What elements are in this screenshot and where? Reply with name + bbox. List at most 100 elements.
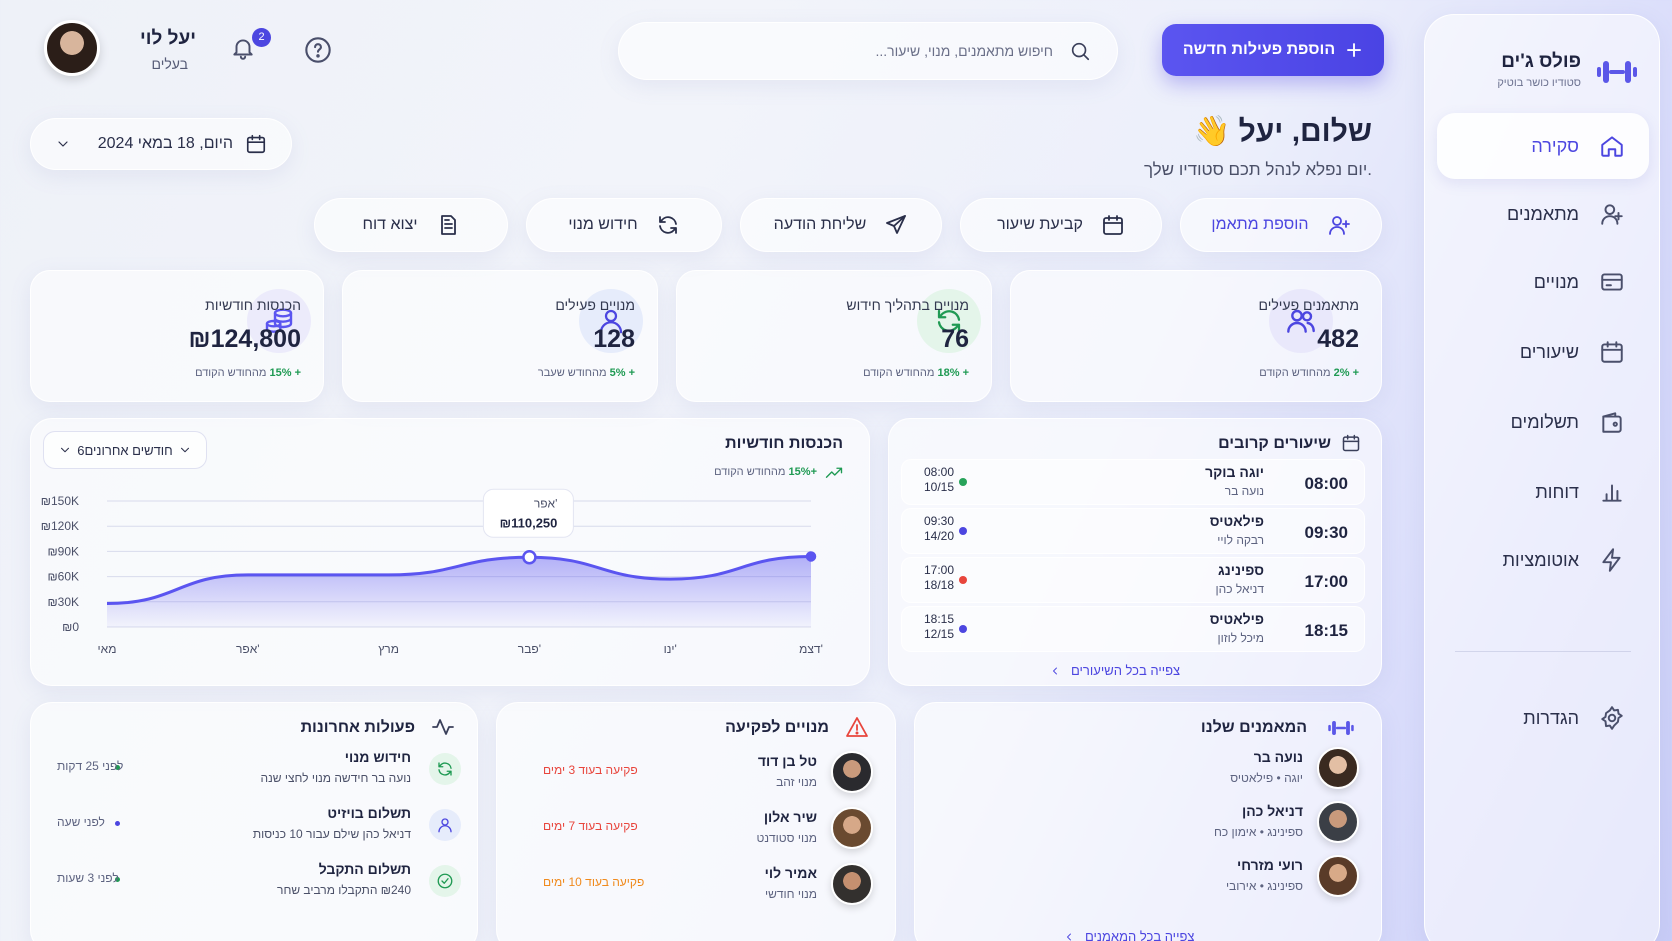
x-tick-label: דצמ' [799, 642, 823, 656]
coach-specialties: יוגה • פילאטיס [1230, 771, 1303, 785]
sidebar-item-trainees[interactable]: מתאמנים [1437, 181, 1649, 247]
class-coach: רבקה לויי [1217, 533, 1264, 547]
coaches-panel: המאמנים שלנו נועה בר יוגה • פילאטיס דניאל … [914, 702, 1382, 941]
activity-item[interactable]: תשלום התקבל ₪240 התקבלו מרביב שחר לפני 3 ש… [31, 859, 461, 911]
add-activity-button[interactable]: הוספת פעילות חדשה [1162, 24, 1384, 76]
data-point[interactable] [805, 551, 817, 562]
view-all-classes-link[interactable]: צפייה בכל השיעורים [1049, 663, 1180, 678]
chart-change: +15% מהחודש הקודם [714, 465, 843, 479]
coach-item[interactable]: דניאל כהן ספינינג • אימון כח [939, 799, 1359, 849]
date-picker[interactable]: היום, 18 במאי 2024 [30, 118, 292, 170]
class-time: 09:30 [1304, 523, 1348, 542]
chevron-down-icon [178, 443, 192, 457]
expiry-status: פקיעה בעוד 10 ימים [543, 875, 645, 889]
user-profile[interactable]: יעל לוי בעלים 2 [26, 14, 331, 84]
activity-time: לפני 3 שעות [57, 871, 119, 885]
brand: פולס ג'ים סטודיו כושר בוטיק [1497, 51, 1637, 89]
add-trainee-button[interactable]: הוספת מתאמן [1180, 198, 1382, 252]
sidebar-item-automations[interactable]: אוטומציות [1437, 527, 1649, 593]
x-tick-label: מאי [98, 642, 117, 656]
search-icon [1069, 40, 1091, 62]
sidebar-item-label: תשלומים [1510, 411, 1579, 432]
sidebar-item-label: הגדרות [1523, 707, 1579, 728]
class-slot-time: 08:00 [924, 465, 955, 479]
stat-title: מתאמנים פעילים [1258, 297, 1359, 313]
user-icon [1599, 201, 1625, 227]
sidebar-item-settings[interactable]: הגדרות [1437, 685, 1649, 751]
class-row[interactable]: 17:00 ספינינג דניאל כהן 17:00 18/18 [901, 557, 1365, 603]
range-select[interactable]: 6חודשים אחרונים [43, 431, 207, 469]
wallet-icon [1599, 409, 1625, 435]
member-name: טל בן דוד [757, 753, 817, 769]
y-tick-label: ₪60K [47, 570, 79, 584]
sidebar-item-label: סקירה [1531, 135, 1579, 156]
view-all-coaches-link[interactable]: צפייה בכל המאמנים [1063, 929, 1194, 941]
member-name: שיר אלון [763, 809, 817, 825]
send-message-button[interactable]: שליחת הודעה [740, 198, 942, 252]
avatar [831, 807, 873, 849]
y-tick-label: ₪0 [62, 620, 79, 634]
user-name: יעל לוי [140, 28, 196, 49]
notification-badge: 2 [252, 28, 271, 47]
stat-value: 76 [941, 325, 969, 353]
panel-title: מנויים לפקיעה [725, 719, 829, 736]
coach-specialties: ספינינג • אירובי [1225, 879, 1303, 893]
upcoming-classes-panel: שיעורים קרובים 08:00 יוגה בוקר נועה בר 08:0… [888, 418, 1382, 686]
sidebar-item-reports[interactable]: דוחות [1437, 459, 1649, 525]
revenue-chart-panel: הכנסות חודשיות +15% מהחודש הקודם 6חודשים… [30, 418, 870, 686]
sidebar-item-classes[interactable]: שיעורים [1437, 319, 1649, 385]
stat-card-revenue[interactable]: הכנסות חודשיות ₪124,800 + 15% מהחודש הקו… [30, 270, 324, 402]
class-slot: 17:00 18/18 [924, 563, 954, 593]
date-label: היום, 18 במאי 2024 [97, 135, 233, 152]
stat-card-active-trainees[interactable]: מתאמנים פעילים 482 + 2% מהחודש הקודם [1010, 270, 1382, 402]
sidebar-item-overview[interactable]: סקירה [1437, 113, 1649, 179]
activity-description: דניאל כהן שילם עבור 10 כניסות [252, 827, 411, 841]
search-bar[interactable] [618, 22, 1118, 80]
sidebar-item-memberships[interactable]: מנויים [1437, 249, 1649, 315]
class-time: 08:00 [1304, 474, 1348, 493]
check-icon [429, 865, 461, 897]
class-coach: נועה בר [1224, 484, 1264, 498]
help-icon[interactable] [304, 36, 332, 64]
activity-item[interactable]: חידוש מנוי נועה בר חידשה מנוי לחצי שנה לפנ… [31, 747, 461, 799]
x-tick-label: ינו' [664, 642, 677, 656]
class-row[interactable]: 08:00 יוגה בוקר נועה בר 08:00 10/15 [901, 459, 1365, 505]
stat-card-renewals[interactable]: מנויים בתהליך חידוש 76 + 18% מהחודש הקוד… [676, 270, 992, 402]
stat-change-note: מהחודש שעבר [537, 367, 607, 379]
expiring-item[interactable]: אמיר לוי מנוי חודשי פקיעה בעוד 10 ימים [513, 861, 873, 911]
renew-membership-button[interactable]: חידוש מנוי [526, 198, 722, 252]
avatar[interactable] [44, 20, 100, 76]
stat-value: 128 [593, 325, 635, 353]
sidebar-item-payments[interactable]: תשלומים [1437, 389, 1649, 455]
sidebar-item-label: מנויים [1533, 271, 1579, 292]
expiring-item[interactable]: טל בן דוד מנוי זהב פקיעה בעוד 3 ימים [513, 749, 873, 799]
user-icon [429, 809, 461, 841]
greeting-text: שלום, יעל [1238, 114, 1372, 148]
activity-icon [431, 715, 455, 739]
class-name: פילאטיס [1209, 611, 1264, 627]
expiring-item[interactable]: שיר אלון מנוי סטודנט פקיעה בעוד 7 ימים [513, 805, 873, 855]
chart-change-value: +15% [788, 466, 817, 478]
class-slot-time: 09:30 [924, 514, 955, 528]
export-report-button[interactable]: יצוא דוח [314, 198, 508, 252]
coach-item[interactable]: נועה בר יוגה • פילאטיס [939, 745, 1359, 795]
stat-card-active-memberships[interactable]: מנויים פעילים 128 + 5% מהחודש שעבר [342, 270, 658, 402]
activity-time: לפני שעה [57, 815, 105, 829]
user-role: בעלים [151, 56, 188, 72]
warning-icon [845, 715, 869, 739]
card-icon [1599, 269, 1625, 295]
search-input[interactable] [653, 43, 1053, 59]
stat-value: ₪124,800 [188, 325, 301, 353]
coach-item[interactable]: רועי מזרחי ספינינג • אירובי [939, 853, 1359, 903]
activity-description: ₪240 התקבלו מרביב שחר [277, 883, 411, 897]
class-row[interactable]: 09:30 פילאטיס רבקה לויי 09:30 14/20 [901, 508, 1365, 554]
action-label: קביעת שיעור [997, 216, 1083, 233]
schedule-class-button[interactable]: קביעת שיעור [960, 198, 1162, 252]
class-row[interactable]: 18:15 פילאטיס מיכל לוזון 18:15 12/15 [901, 606, 1365, 652]
activity-item[interactable]: תשלום בויזיט דניאל כהן שילם עבור 10 כניסו… [31, 803, 461, 855]
panel-title: המאמנים שלנו [1200, 719, 1307, 736]
data-point[interactable] [522, 550, 537, 565]
chevron-left-icon [1063, 931, 1075, 941]
panel-title: שיעורים קרובים [1218, 435, 1331, 452]
member-plan: מנוי זהב [776, 775, 817, 789]
